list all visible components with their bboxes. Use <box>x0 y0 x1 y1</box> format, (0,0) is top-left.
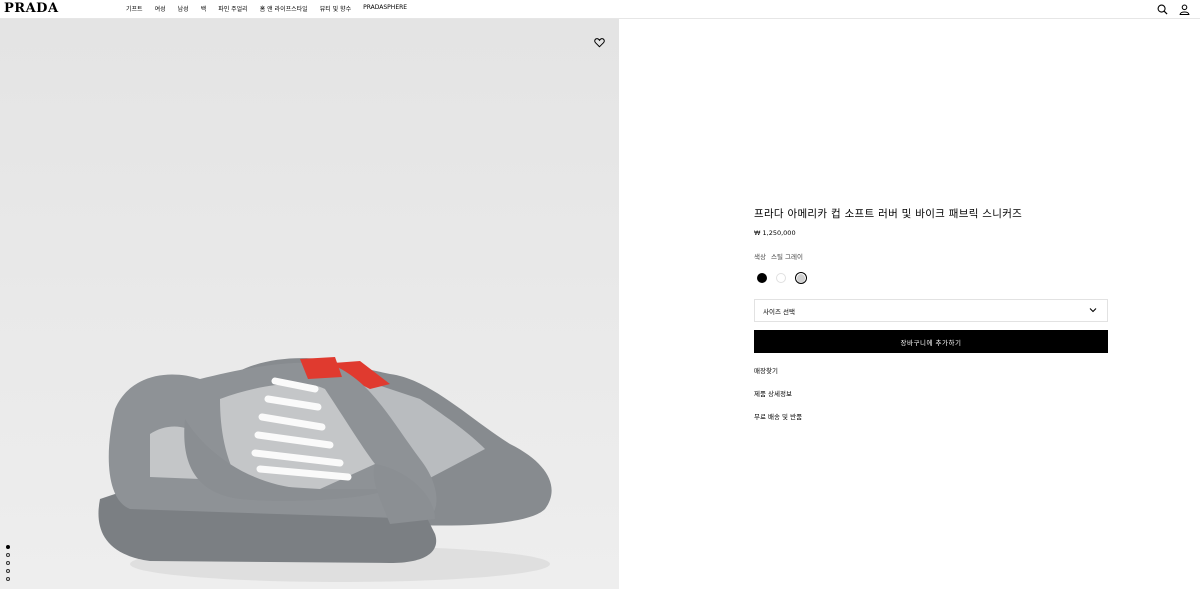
gallery-dot[interactable] <box>6 545 10 549</box>
swatch-steel-grey[interactable] <box>795 272 807 284</box>
nav-item-pradasphere[interactable]: PRADASPHERE <box>363 4 407 13</box>
color-info: 색상 스틸 그레이 <box>754 251 1108 261</box>
nav-item-gifts[interactable]: 기프트 <box>126 4 143 13</box>
nav-item-bags[interactable]: 백 <box>201 4 207 13</box>
swatch-white[interactable] <box>776 273 786 283</box>
product-info: 프라다 아메리카 컵 소프트 러버 및 바이크 패브릭 스니커즈 ₩ 1,250… <box>754 206 1108 421</box>
color-value: 스틸 그레이 <box>770 253 803 261</box>
top-header: PRADA 기프트 여성 남성 백 파인 주얼리 홈 앤 라이프스타일 뷰티 및… <box>0 0 1200 19</box>
product-photo <box>98 357 552 582</box>
prada-logo[interactable]: PRADA <box>4 1 59 16</box>
find-store-link[interactable]: 매장찾기 <box>754 365 1108 375</box>
chevron-down-icon <box>1089 307 1097 315</box>
product-details-link[interactable]: 제품 상세정보 <box>754 388 1108 398</box>
search-icon[interactable] <box>1156 3 1168 15</box>
swatch-black[interactable] <box>757 273 767 283</box>
main-nav: 기프트 여성 남성 백 파인 주얼리 홈 앤 라이프스타일 뷰티 및 향수 PR… <box>126 4 407 13</box>
size-select-label: 사이즈 선택 <box>763 307 795 316</box>
header-icons <box>1156 3 1190 15</box>
add-to-cart-button[interactable]: 장바구니에 추가하기 <box>754 330 1108 353</box>
size-select[interactable]: 사이즈 선택 <box>754 299 1108 322</box>
gallery-dot[interactable] <box>6 577 10 581</box>
color-swatches <box>754 272 1108 284</box>
nav-item-women[interactable]: 여성 <box>155 4 166 13</box>
gallery-dot[interactable] <box>6 561 10 565</box>
nav-item-beauty[interactable]: 뷰티 및 향수 <box>320 4 351 13</box>
gallery-pagination <box>6 545 10 581</box>
color-label: 색상 <box>754 253 766 261</box>
nav-item-men[interactable]: 남성 <box>178 4 189 13</box>
nav-item-home-lifestyle[interactable]: 홈 앤 라이프스타일 <box>260 4 308 13</box>
heart-icon[interactable] <box>594 33 606 48</box>
product-title: 프라다 아메리카 컵 소프트 러버 및 바이크 패브릭 스니커즈 <box>754 208 1023 220</box>
product-price: ₩ 1,250,000 <box>754 229 796 237</box>
product-image-gallery[interactable] <box>0 19 619 589</box>
gallery-dot[interactable] <box>6 569 10 573</box>
account-icon[interactable] <box>1178 3 1190 15</box>
gallery-dot[interactable] <box>6 553 10 557</box>
shipping-returns-link[interactable]: 무료 배송 및 반품 <box>754 411 1108 421</box>
nav-item-fine-jewelry[interactable]: 파인 주얼리 <box>218 4 248 13</box>
